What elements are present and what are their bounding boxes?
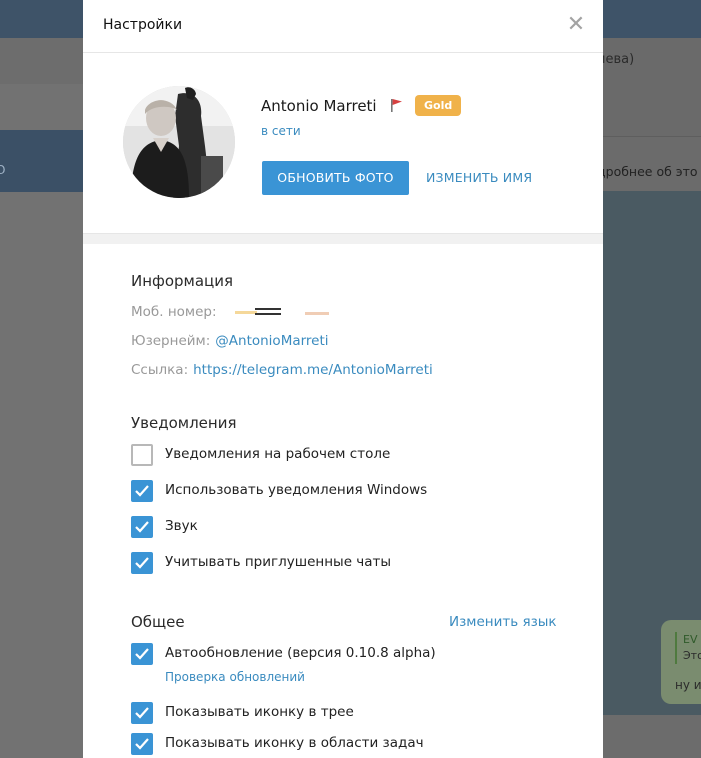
checkbox-label: Автообновление (версия 0.10.8 alpha) — [165, 645, 436, 661]
username-link[interactable]: @AntonioMarreti — [215, 333, 328, 349]
profile-link[interactable]: https://telegram.me/AntonioMarreti — [193, 362, 433, 378]
check-updates-link[interactable]: Проверка обновлений — [165, 670, 305, 684]
change-language-link[interactable]: Изменить язык — [449, 614, 557, 630]
modal-header: Настройки ✕ — [83, 0, 603, 53]
checkbox-label: Звук — [165, 518, 198, 534]
avatar-photo — [123, 86, 235, 198]
checkbox-label: Показывать иконку в области задач — [165, 735, 424, 751]
checkbox-checked[interactable] — [131, 643, 153, 665]
checkbox-checked[interactable] — [131, 733, 153, 755]
profile-section: Antonio Marreti Gold в сети ОБНОВИТЬ ФОТ… — [83, 53, 603, 233]
username-row: Юзернейм: @AntonioMarreti — [131, 333, 329, 349]
background-chat-header: иева) — [597, 38, 701, 85]
gold-badge: Gold — [415, 95, 462, 116]
red-flag-icon — [391, 99, 402, 112]
checkbox-unchecked[interactable] — [131, 444, 153, 466]
background-selected-chat: О — [0, 130, 83, 192]
section-divider — [83, 233, 603, 244]
redacted-phone-number — [235, 308, 335, 318]
user-name: Antonio Marreti — [261, 97, 377, 115]
checkbox-checked[interactable] — [131, 516, 153, 538]
username-label: Юзернейм: — [131, 333, 211, 349]
check-icon — [135, 485, 149, 497]
checkbox-label: Использовать уведомления Windows — [165, 482, 428, 498]
edit-name-button[interactable]: ИЗМЕНИТЬ ИМЯ — [426, 161, 532, 195]
check-icon — [135, 521, 149, 533]
link-label: Ссылка: — [131, 362, 189, 378]
general-section-title: Общее — [131, 613, 185, 631]
link-row: Ссылка: https://telegram.me/AntonioMarret… — [131, 362, 433, 378]
background-message-text: ну и — [675, 678, 701, 692]
checkbox-label: Учитывать приглушенные чаты — [165, 554, 392, 570]
notifications-section-title: Уведомления — [131, 414, 237, 432]
update-photo-button[interactable]: ОБНОВИТЬ ФОТО — [262, 161, 409, 195]
checkbox-label: Показывать иконку в трее — [165, 704, 354, 720]
background-selected-chat-text: О — [0, 163, 6, 177]
checkbox-checked[interactable] — [131, 480, 153, 502]
close-icon[interactable]: ✕ — [563, 13, 589, 39]
checkbox-checked[interactable] — [131, 552, 153, 574]
checkbox-checked[interactable] — [131, 702, 153, 724]
background-info-text: дробнее об это — [597, 164, 698, 179]
modal-title: Настройки — [103, 17, 183, 33]
phone-label: Моб. номер: — [131, 304, 217, 320]
check-icon — [135, 707, 149, 719]
background-pinned-area — [603, 84, 701, 137]
settings-modal: Настройки ✕ Antonio Marreti Gold в сети … — [83, 0, 603, 758]
user-status: в сети — [261, 124, 301, 138]
background-search-area — [0, 38, 83, 85]
background-quote-author: EV — [683, 633, 698, 646]
background-quote-text: Это — [683, 649, 701, 662]
check-icon — [135, 557, 149, 569]
background-input-area — [603, 715, 701, 758]
checkbox-label: Уведомления на рабочем столе — [165, 446, 391, 462]
info-section-title: Информация — [131, 272, 234, 290]
check-icon — [135, 648, 149, 660]
avatar[interactable] — [123, 86, 235, 198]
check-icon — [135, 738, 149, 750]
background-quote: EV Это — [675, 632, 701, 664]
phone-row: Моб. номер: — [131, 304, 217, 320]
background-info-bar: дробнее об это — [597, 137, 701, 191]
background-message-bubble: EV Это ну и — [661, 620, 701, 704]
